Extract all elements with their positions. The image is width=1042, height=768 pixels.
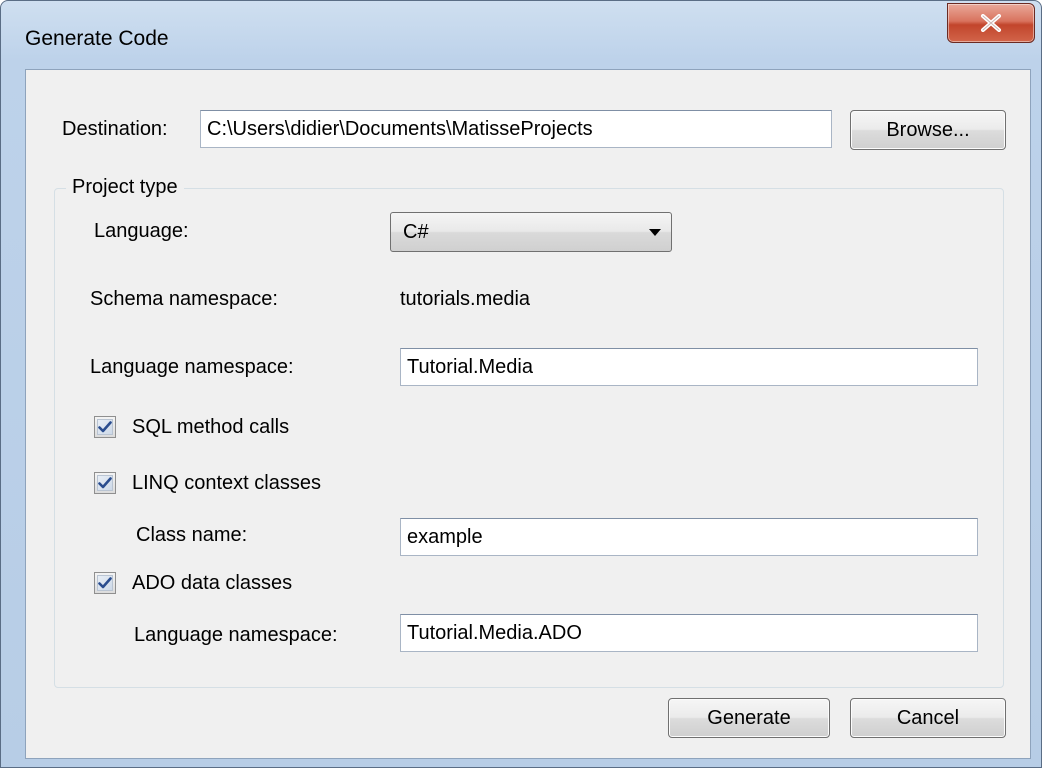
check-icon [98,421,112,433]
chevron-down-icon [649,229,661,236]
ado-data-classes-checkbox[interactable] [94,572,116,594]
class-name-input[interactable]: example [400,518,978,556]
schema-namespace-label: Schema namespace: [90,288,278,310]
sql-method-calls-checkbox[interactable] [94,416,116,438]
generate-button[interactable]: Generate [668,698,830,738]
linq-context-classes-checkbox[interactable] [94,472,116,494]
sql-method-calls-label: SQL method calls [132,416,290,438]
language-selected-value: C# [403,221,429,243]
ado-data-classes-label: ADO data classes [132,572,293,594]
language-namespace-label: Language namespace: [90,356,294,378]
cancel-button[interactable]: Cancel [850,698,1006,738]
ado-namespace-input[interactable]: Tutorial.Media.ADO [400,614,978,652]
check-icon [98,577,112,589]
browse-button[interactable]: Browse... [850,110,1006,150]
language-namespace-input[interactable]: Tutorial.Media [400,348,978,386]
class-name-label: Class name: [136,524,248,546]
dialog-client-area: Destination: C:\Users\didier\Documents\M… [25,69,1031,759]
title-bar[interactable]: Generate Code [1,1,1041,69]
destination-label: Destination: [62,118,168,140]
linq-context-classes-label: LINQ context classes [132,472,321,494]
language-dropdown[interactable]: C# [390,212,672,252]
ado-namespace-label: Language namespace: [134,624,338,646]
generate-code-dialog: Generate Code Destination: C:\Users\didi… [0,0,1042,768]
language-label: Language: [94,220,189,242]
destination-input[interactable]: C:\Users\didier\Documents\MatisseProject… [200,110,832,148]
check-icon [98,477,112,489]
window-title: Generate Code [25,27,169,50]
project-type-legend: Project type [66,176,184,199]
schema-namespace-value: tutorials.media [400,288,531,310]
close-button[interactable] [947,3,1035,43]
close-icon [981,14,1001,32]
